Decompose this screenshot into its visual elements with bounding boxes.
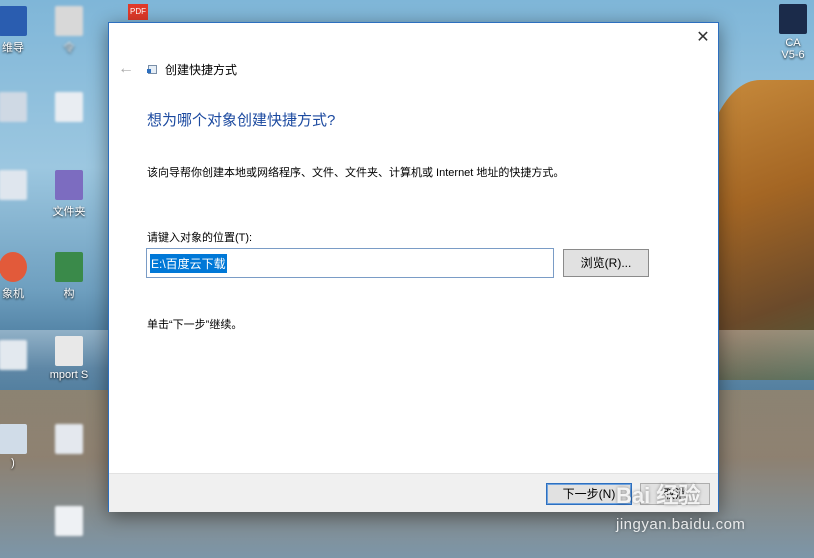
desktop-icon[interactable] xyxy=(42,424,96,457)
watermark-logo-text: Bai 经验 xyxy=(616,483,701,508)
file-icon xyxy=(0,170,27,200)
desktop-icon[interactable] xyxy=(42,506,96,539)
file-icon xyxy=(0,92,27,122)
document-icon xyxy=(55,92,83,122)
desktop-icon[interactable]: 象机 xyxy=(0,252,40,301)
location-input-value: E:\百度云下载 xyxy=(150,253,227,273)
app-icon xyxy=(779,4,807,34)
folder-icon xyxy=(55,170,83,200)
arrow-left-icon: ← xyxy=(118,60,134,77)
desktop-icon-catia[interactable]: CA V5-6 xyxy=(768,4,814,61)
desktop-icon[interactable] xyxy=(0,92,40,125)
desktop-icon[interactable] xyxy=(0,340,40,373)
desktop-icon-label: 维导 xyxy=(2,42,24,54)
close-button[interactable]: ✕ xyxy=(692,27,714,49)
file-icon xyxy=(55,424,83,454)
desktop-icon[interactable]: 文件夹 xyxy=(42,170,96,219)
desktop-icon-label: CA xyxy=(785,37,801,49)
desktop-icon-label: 文件夹 xyxy=(52,206,86,218)
desktop-icon-label: mport S xyxy=(49,369,89,381)
desktop-icon[interactable] xyxy=(0,170,40,203)
camera-icon xyxy=(0,252,27,282)
desktop-icon-label: 构 xyxy=(63,288,75,300)
pdf-icon[interactable]: PDF xyxy=(128,4,148,20)
file-icon xyxy=(0,340,27,370)
desktop-icon[interactable]: 维导 xyxy=(0,6,40,55)
desktop-icon[interactable] xyxy=(42,92,96,125)
create-shortcut-dialog: ✕ ← 创建快捷方式 想为哪个对象创建快捷方式? 该向导帮你创建本地或网络程序、… xyxy=(108,22,719,512)
watermark-url: jingyan.baidu.com xyxy=(616,516,746,533)
desktop-icon-label: V5-6 xyxy=(781,49,805,61)
desktop-icon-label: 令 xyxy=(63,42,75,54)
close-icon: ✕ xyxy=(696,29,710,46)
shortcut-icon xyxy=(147,64,157,74)
location-input[interactable]: E:\百度云下载 xyxy=(146,248,554,278)
desktop-icon-label: ) xyxy=(11,457,15,469)
baidu-watermark: Bai 经验 jingyan.baidu.com xyxy=(616,478,806,548)
file-icon xyxy=(55,506,83,536)
back-button[interactable]: ← xyxy=(117,60,135,78)
wizard-header: ← 创建快捷方式 xyxy=(117,59,237,79)
browse-button[interactable]: 浏览(R)... xyxy=(563,249,649,277)
continue-instruction: 单击“下一步”继续。 xyxy=(147,319,243,331)
file-icon xyxy=(0,424,27,454)
pdf-badge: PDF xyxy=(130,7,146,16)
file-icon xyxy=(55,6,83,36)
desktop-icon-label: 象机 xyxy=(2,288,24,300)
archive-icon xyxy=(55,252,83,282)
file-icon xyxy=(55,336,83,366)
wizard-description: 该向导帮你创建本地或网络程序、文件、文件夹、计算机或 Internet 地址的快… xyxy=(147,167,565,179)
page-heading: 想为哪个对象创建快捷方式? xyxy=(147,112,336,129)
desktop-icon[interactable]: 构 xyxy=(42,252,96,301)
app-icon xyxy=(0,6,27,36)
desktop-icon[interactable]: ) xyxy=(0,424,40,469)
desktop-icon[interactable]: mport S xyxy=(42,336,96,381)
wizard-title: 创建快捷方式 xyxy=(165,62,238,77)
location-label: 请键入对象的位置(T): xyxy=(147,232,253,244)
desktop-icon[interactable]: 令 xyxy=(42,6,96,55)
